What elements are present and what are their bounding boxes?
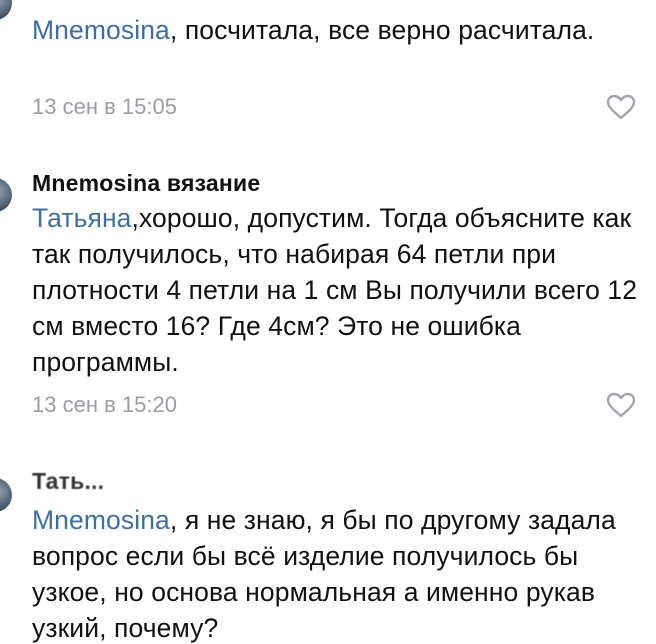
avatar[interactable] [0,178,12,212]
comment-text: Mnemosina, я не знаю, я бы по другому за… [32,505,616,643]
comment-text: Mnemosina, посчитала, все верно расчитал… [32,15,595,45]
heart-outline-icon[interactable] [606,392,636,418]
comment-author[interactable]: Тать... [32,468,104,495]
mention-link[interactable]: Татьяна [32,203,132,233]
comment-author[interactable]: Mnemosina вязание [32,170,260,197]
heart-outline-icon[interactable] [606,94,636,120]
comment-timestamp: 13 сен в 15:05 [32,94,177,119]
comment-text: Татьяна,хорошо, допустим. Тогда объяснит… [32,203,638,377]
avatar[interactable] [0,478,12,512]
mention-link[interactable]: Mnemosina [32,505,170,535]
mention-link[interactable]: Mnemosina [32,15,170,45]
comment-timestamp: 13 сен в 15:20 [32,392,177,417]
avatar[interactable] [0,0,12,20]
